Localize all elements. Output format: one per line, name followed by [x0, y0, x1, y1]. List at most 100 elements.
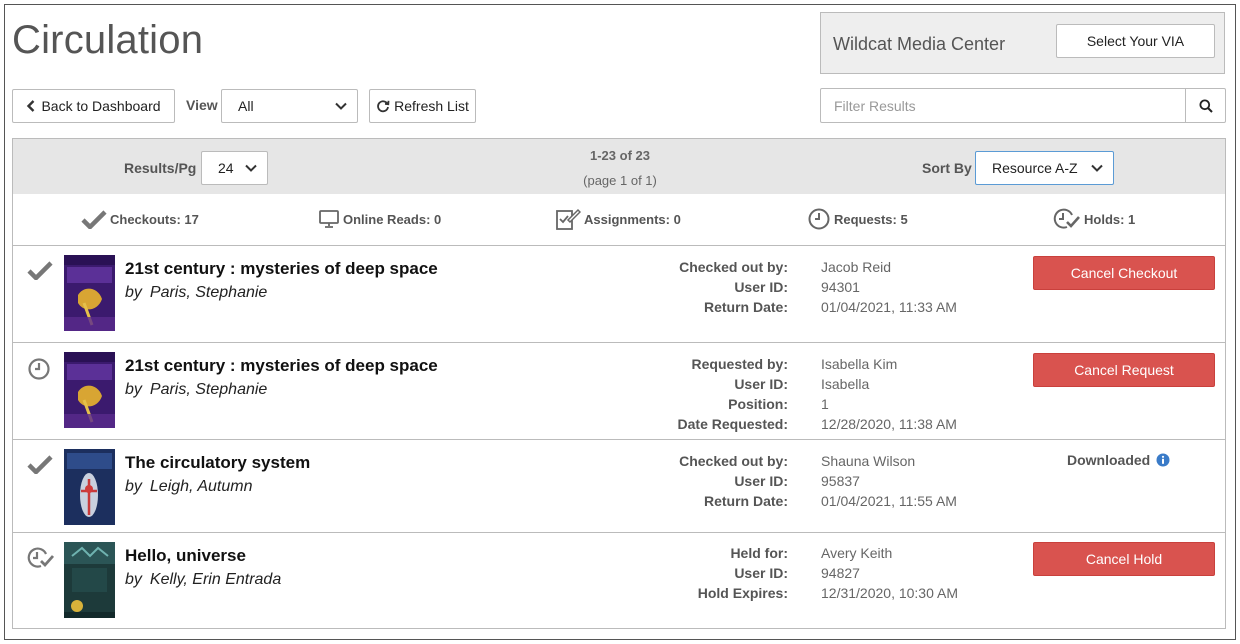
downloaded-status: Downloaded	[1067, 452, 1170, 468]
book-cover-image[interactable]	[64, 449, 115, 525]
field-value: 1	[821, 396, 829, 412]
checkouts-stat[interactable]: Checkouts: 17	[81, 194, 199, 244]
search-icon	[1199, 99, 1213, 113]
stats-bar: Checkouts: 17 Online Reads: 0 Assignment…	[12, 194, 1226, 246]
sort-by-label: Sort By	[922, 160, 972, 176]
filter-placeholder: Filter Results	[834, 97, 916, 114]
book-cover-image[interactable]	[64, 352, 115, 428]
chevron-left-icon	[27, 100, 35, 112]
requests-count: Requests: 5	[834, 211, 908, 227]
back-to-dashboard-button[interactable]: Back to Dashboard	[12, 89, 175, 123]
by-label: by	[125, 284, 142, 301]
cancel-request-button[interactable]: Cancel Request	[1033, 353, 1215, 387]
book-author: by Kelly, Erin Entrada	[125, 571, 281, 589]
via-name: Wildcat Media Center	[833, 34, 1006, 54]
clock-icon	[808, 208, 830, 230]
view-select[interactable]: All	[221, 89, 358, 123]
book-title[interactable]: 21st century : mysteries of deep space	[125, 356, 438, 376]
list-item: 21st century : mysteries of deep space b…	[12, 343, 1226, 440]
field-label: Hold Expires:	[697, 585, 788, 601]
field-value: 01/04/2021, 11:55 AM	[821, 493, 957, 509]
sort-by-value: Resource A-Z	[992, 160, 1078, 176]
field-label: User ID:	[734, 376, 788, 392]
downloaded-label: Downloaded	[1067, 452, 1151, 468]
book-title[interactable]: 21st century : mysteries of deep space	[125, 259, 438, 279]
check-icon	[27, 455, 53, 474]
assignment-icon	[556, 208, 581, 230]
via-panel: Wildcat Media Center Select Your VIA	[820, 12, 1225, 74]
check-icon	[27, 261, 53, 280]
chevron-down-icon	[335, 102, 347, 110]
online-reads-stat[interactable]: Online Reads: 0	[318, 194, 441, 244]
field-value: 01/04/2021, 11:33 AM	[821, 299, 957, 315]
assignments-count: Assignments: 0	[584, 211, 681, 227]
list-item: 21st century : mysteries of deep space b…	[12, 246, 1226, 343]
field-value: 95837	[821, 473, 860, 489]
by-label: by	[125, 478, 142, 495]
hold-icon	[27, 547, 55, 568]
field-value: Jacob Reid	[821, 259, 892, 275]
field-label: User ID:	[734, 565, 788, 581]
chevron-down-icon	[1091, 164, 1103, 172]
field-label: User ID:	[734, 473, 788, 489]
clock-icon	[28, 358, 50, 380]
back-label: Back to Dashboard	[41, 98, 161, 114]
cancel-hold-button[interactable]: Cancel Hold	[1033, 542, 1215, 576]
view-label: View	[186, 97, 218, 113]
field-value: 94301	[821, 279, 860, 295]
author-name: Kelly, Erin Entrada	[149, 571, 282, 588]
cancel-checkout-button[interactable]: Cancel Checkout	[1033, 256, 1215, 290]
field-value: Isabella	[821, 376, 870, 392]
field-label: Checked out by:	[679, 453, 788, 469]
book-title[interactable]: Hello, universe	[125, 546, 246, 566]
holds-count: Holds: 1	[1084, 211, 1136, 227]
monitor-icon	[319, 210, 339, 228]
author-name: Leigh, Autumn	[149, 478, 253, 495]
book-cover-image[interactable]	[64, 542, 115, 618]
search-button[interactable]	[1185, 88, 1226, 123]
field-label: User ID:	[734, 279, 788, 295]
field-value: 12/31/2020, 10:30 AM	[821, 585, 958, 601]
field-value: 12/28/2020, 11:38 AM	[821, 416, 957, 432]
field-value: Avery Keith	[821, 545, 893, 561]
assignments-stat[interactable]: Assignments: 0	[555, 194, 681, 244]
author-name: Paris, Stephanie	[149, 284, 268, 301]
results-bar: Results/Pg 24 1-23 of 23 (page 1 of 1) S…	[12, 138, 1226, 195]
chevron-down-icon	[245, 164, 257, 172]
field-value: 94827	[821, 565, 860, 581]
field-value: Shauna Wilson	[821, 453, 916, 469]
book-author: by Paris, Stephanie	[125, 381, 267, 399]
by-label: by	[125, 381, 142, 398]
field-label: Return Date:	[703, 493, 788, 509]
refresh-label: Refresh List	[394, 98, 469, 114]
author-name: Paris, Stephanie	[149, 381, 268, 398]
view-select-value: All	[238, 98, 254, 114]
book-author: by Leigh, Autumn	[125, 478, 253, 496]
page-title: Circulation	[12, 18, 204, 62]
hold-icon	[1053, 208, 1080, 229]
by-label: by	[125, 571, 142, 588]
field-label: Checked out by:	[679, 259, 788, 275]
field-value: Isabella Kim	[821, 356, 898, 372]
refresh-list-button[interactable]: Refresh List	[369, 89, 476, 123]
select-via-button[interactable]: Select Your VIA	[1056, 24, 1215, 58]
requests-stat[interactable]: Requests: 5	[807, 194, 908, 244]
holds-stat[interactable]: Holds: 1	[1053, 194, 1135, 244]
book-title[interactable]: The circulatory system	[125, 453, 310, 473]
check-icon	[81, 210, 107, 229]
info-icon[interactable]	[1156, 453, 1170, 467]
checkouts-count: Checkouts: 17	[110, 211, 199, 227]
refresh-icon	[377, 100, 390, 113]
field-label: Date Requested:	[677, 416, 788, 432]
sort-by-select[interactable]: Resource A-Z	[975, 151, 1114, 185]
field-label: Position:	[728, 396, 788, 412]
online-reads-count: Online Reads: 0	[343, 211, 442, 227]
book-cover-image[interactable]	[64, 255, 115, 331]
list-item: The circulatory system by Leigh, Autumn C…	[12, 440, 1226, 533]
list-item: Hello, universe by Kelly, Erin Entrada He…	[12, 533, 1226, 629]
field-label: Return Date:	[703, 299, 788, 315]
filter-results-input[interactable]: Filter Results	[820, 88, 1186, 123]
field-label: Requested by:	[691, 356, 788, 372]
book-author: by Paris, Stephanie	[125, 284, 267, 302]
field-label: Held for:	[730, 545, 788, 561]
